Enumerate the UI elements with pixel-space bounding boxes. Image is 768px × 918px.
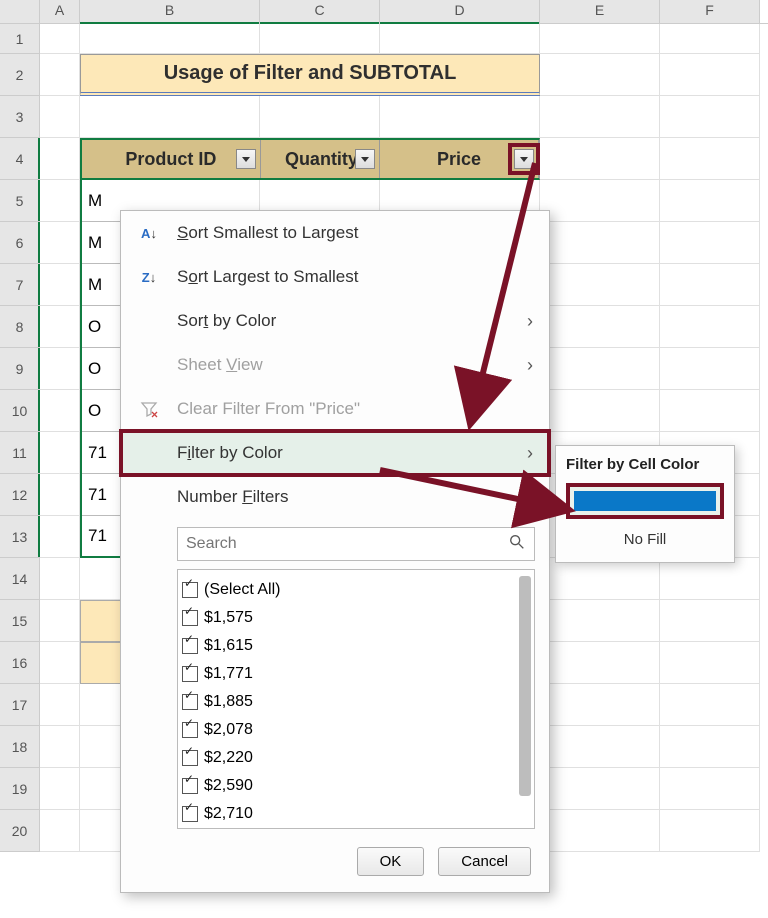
menu-label: ort Smallest to Largest — [188, 223, 358, 242]
color-swatch-option[interactable] — [566, 483, 724, 519]
sort-desc-icon: Z↓ — [135, 270, 163, 285]
filter-value[interactable]: $1,771 — [182, 660, 530, 688]
header-label: Product ID — [125, 149, 216, 170]
menu-label: Filter by Color — [177, 443, 283, 463]
row-header[interactable]: 13 — [0, 516, 40, 558]
row-headers: 1 2 3 4 5 6 7 8 9 10 11 12 13 14 15 16 1… — [0, 24, 40, 852]
page-title: Usage of Filter and SUBTOTAL — [80, 54, 540, 96]
sheet-view: Sheet View › — [121, 343, 549, 387]
header-quantity: Quantity — [261, 140, 380, 178]
menu-label: Sort by Color — [177, 311, 276, 331]
col-header-a[interactable]: A — [40, 0, 80, 23]
submenu-title: Filter by Cell Color — [566, 456, 724, 473]
row-header[interactable]: 5 — [0, 180, 40, 222]
header-product-id: Product ID — [82, 140, 261, 178]
chevron-right-icon: › — [527, 355, 533, 376]
row-header[interactable]: 10 — [0, 390, 40, 432]
filter-value[interactable]: $1,615 — [182, 632, 530, 660]
filter-button-product-id[interactable] — [236, 149, 256, 169]
column-headers-row: A B C D E F — [0, 0, 768, 24]
row-header[interactable]: 12 — [0, 474, 40, 516]
no-fill-option[interactable]: No Fill — [566, 531, 724, 548]
header-label: Quantity — [285, 149, 355, 170]
filter-value-select-all[interactable]: (Select All) — [182, 576, 530, 604]
col-header-e[interactable]: E — [540, 0, 660, 23]
filter-value[interactable]: $1,575 — [182, 604, 530, 632]
filter-by-cell-color-submenu: Filter by Cell Color No Fill — [555, 445, 735, 563]
table-header-row: Product ID Quantity Price — [80, 138, 540, 180]
filter-value[interactable]: $2,078 — [182, 716, 530, 744]
number-filters[interactable]: Number Filters › — [121, 475, 549, 519]
filter-value[interactable]: $1,885 — [182, 688, 530, 716]
ok-button[interactable]: OK — [357, 847, 425, 876]
row-header[interactable]: 1 — [0, 24, 40, 54]
row-header[interactable]: 16 — [0, 642, 40, 684]
col-header-d[interactable]: D — [380, 0, 540, 23]
filter-value[interactable]: $2,710 — [182, 800, 530, 828]
filter-search-box[interactable] — [177, 527, 535, 561]
filter-value[interactable]: $2,590 — [182, 772, 530, 800]
filter-button-price[interactable] — [514, 149, 534, 169]
row-header[interactable]: 7 — [0, 264, 40, 306]
row-header[interactable]: 20 — [0, 810, 40, 852]
funnel-clear-icon — [135, 399, 163, 419]
filter-value[interactable]: $2,220 — [182, 744, 530, 772]
row-header[interactable]: 8 — [0, 306, 40, 348]
filter-dropdown: A↓ Sort Smallest to Largest Z↓ Sort Larg… — [120, 210, 550, 893]
chevron-right-icon: › — [527, 311, 533, 332]
row-header[interactable]: 2 — [0, 54, 40, 96]
menu-label: Sheet View — [177, 355, 263, 375]
clear-filter: Clear Filter From "Price" — [121, 387, 549, 431]
menu-label: rt Largest to Smallest — [198, 267, 359, 286]
col-header-f[interactable]: F — [660, 0, 760, 23]
col-header-b[interactable]: B — [80, 0, 260, 23]
row-header[interactable]: 19 — [0, 768, 40, 810]
color-swatch — [574, 491, 716, 511]
menu-label: Number Filters — [177, 487, 288, 507]
sort-by-color[interactable]: Sort by Color › — [121, 299, 549, 343]
row-header[interactable]: 11 — [0, 432, 40, 474]
row-header[interactable]: 17 — [0, 684, 40, 726]
row-header[interactable]: 15 — [0, 600, 40, 642]
filter-values-list[interactable]: (Select All) $1,575 $1,615 $1,771 $1,885… — [177, 569, 535, 829]
header-price: Price — [380, 140, 539, 178]
sort-descending[interactable]: Z↓ Sort Largest to Smallest — [121, 255, 549, 299]
filter-by-color[interactable]: Filter by Color › — [121, 431, 549, 475]
menu-label: Clear Filter From "Price" — [177, 399, 360, 419]
row-header[interactable]: 3 — [0, 96, 40, 138]
sort-asc-icon: A↓ — [135, 226, 163, 241]
row-header[interactable]: 14 — [0, 558, 40, 600]
row-header[interactable]: 18 — [0, 726, 40, 768]
row-header[interactable]: 9 — [0, 348, 40, 390]
search-input[interactable] — [186, 535, 508, 553]
chevron-right-icon: › — [527, 443, 533, 464]
row-header[interactable]: 4 — [0, 138, 40, 180]
col-header-c[interactable]: C — [260, 0, 380, 23]
search-icon — [508, 533, 526, 556]
sort-ascending[interactable]: A↓ Sort Smallest to Largest — [121, 211, 549, 255]
scrollbar-thumb[interactable] — [519, 576, 531, 796]
header-label: Price — [437, 149, 481, 170]
chevron-right-icon: › — [527, 487, 533, 508]
filter-button-quantity[interactable] — [355, 149, 375, 169]
dropdown-footer: OK Cancel — [121, 837, 549, 892]
select-all-corner[interactable] — [0, 0, 40, 23]
cancel-button[interactable]: Cancel — [438, 847, 531, 876]
row-header[interactable]: 6 — [0, 222, 40, 264]
